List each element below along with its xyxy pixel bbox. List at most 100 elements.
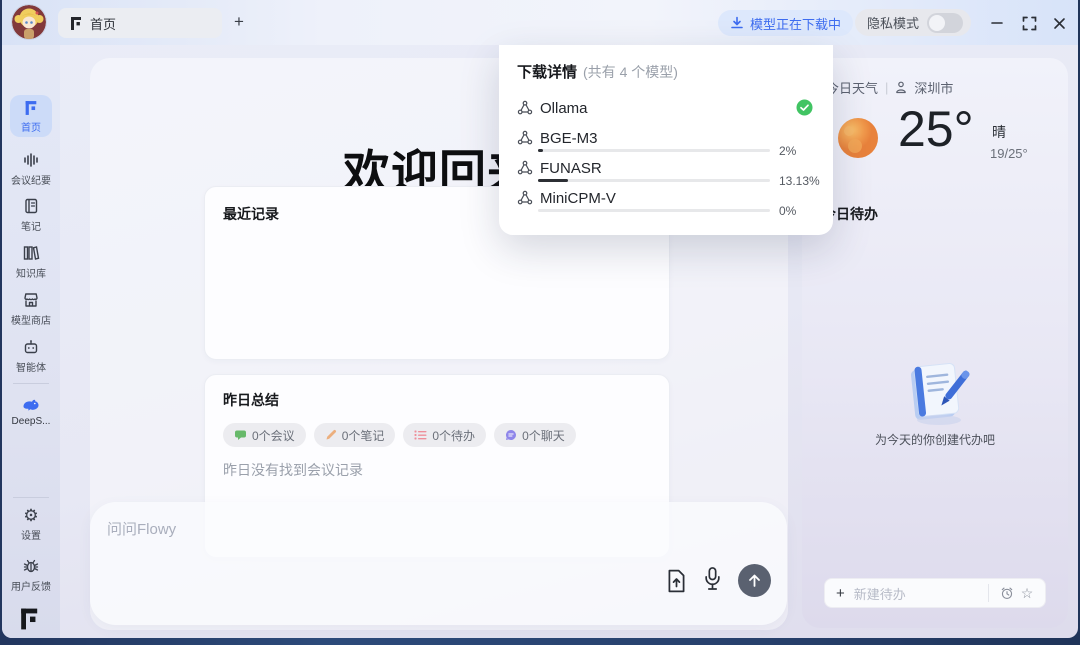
pencil-icon [325,429,337,441]
sun-icon [836,116,880,165]
tab-home[interactable]: 首页 [58,8,222,38]
todos-count-badge: 0个待办 [403,423,486,447]
desktop-backdrop: 首页 + 模型正在下载中 隐私模式 [0,0,1080,645]
model-name: Ollama [540,100,588,117]
microphone-button[interactable] [703,566,722,597]
todo-list-icon [414,429,427,441]
app-window: 首页 + 模型正在下载中 隐私模式 [2,0,1078,638]
plus-icon: + [836,585,845,602]
gear-icon: ⚙ [23,507,38,524]
new-todo-input[interactable]: + 新建待办 ☆ [824,578,1046,608]
badge-label: 0个待办 [432,427,475,444]
sidebar-item-knowledge[interactable]: 知识库 [2,244,60,280]
summary-badges: 0个会议 0个笔记 0个待办 [223,423,651,447]
download-icon [730,16,744,30]
chats-count-badge: 0个聊天 [494,423,576,447]
meetings-count-badge: 0个会议 [223,423,306,447]
maximize-button[interactable] [1018,12,1040,34]
model-row-bge-m3: BGE-M3 [517,125,598,151]
model-icon [517,190,533,206]
star-icon: ☆ [1021,585,1034,602]
maximize-icon [1022,16,1037,31]
sidebar-item-label: 笔记 [21,218,41,233]
header-divider: | [885,80,888,95]
sidebar-item-model-store[interactable]: 模型商店 [2,291,60,327]
progress-percent: 0% [779,204,796,218]
meeting-chat-icon [234,429,247,441]
sidebar-divider [13,497,49,498]
model-name: BGE-M3 [540,130,598,147]
sidebar-item-label: 智能体 [16,359,46,374]
temperature-range: 19/25° [990,146,1028,161]
privacy-mode-control: 隐私模式 [855,9,971,36]
sidebar: 首页 会议纪要 笔记 [2,45,60,638]
weather-section-title: 今日天气 [826,78,878,97]
badge-label: 0个聊天 [522,427,565,444]
minimize-icon [990,16,1004,30]
todo-empty-illustration [899,356,973,435]
flowy-brand-logo [19,607,41,636]
library-icon [22,244,40,262]
progress-fill [538,149,543,152]
sidebar-item-meetings[interactable]: 会议纪要 [2,151,60,187]
badge-label: 0个笔记 [342,427,385,444]
model-name: FUNASR [540,160,602,177]
sidebar-divider [13,383,49,384]
model-download-status-button[interactable]: 模型正在下载中 [718,10,853,36]
sidebar-item-deepseek[interactable]: DeepS... [2,397,60,427]
sidebar-item-agents[interactable]: 智能体 [2,338,60,374]
download-progress-bar [538,179,770,182]
microphone-icon [703,566,722,592]
alarm-clock-icon [1000,586,1014,600]
model-row-minicpm-v: MiniCPM-V [517,185,616,211]
popup-header: 下载详情 (共有 4 个模型) [517,61,678,82]
deepseek-whale-icon [22,397,41,413]
progress-percent: 13.13% [779,174,820,188]
waveform-icon [22,151,40,169]
chat-bubble-icon [505,429,517,441]
send-button[interactable] [738,564,771,597]
reminder-button[interactable] [997,586,1017,600]
location-person-icon [895,81,907,94]
weather-city[interactable]: 深圳市 [914,78,953,97]
ask-flowy-input-panel[interactable]: 问问Flowy [90,502,787,625]
sidebar-item-label: 知识库 [16,265,46,280]
toggle-knob [929,15,945,31]
new-tab-button[interactable]: + [228,11,250,33]
sidebar-item-home[interactable]: 首页 [2,100,60,134]
summary-empty-text: 昨日没有找到会议记录 [223,460,651,480]
model-name: MiniCPM-V [540,190,616,207]
tab-label: 首页 [90,14,116,33]
sidebar-item-feedback[interactable]: 用户反馈 [2,557,60,593]
weather-header: 今日天气 | 深圳市 [826,78,953,97]
upload-file-button[interactable] [666,569,687,598]
sidebar-item-label: 用户反馈 [11,578,51,593]
ask-input-placeholder: 问问Flowy [107,518,176,539]
input-divider [988,584,989,602]
check-circle-icon [796,99,813,116]
sidebar-item-settings[interactable]: ⚙ 设置 [2,507,60,542]
store-icon [22,291,40,309]
sidebar-item-label: 模型商店 [11,312,51,327]
star-button[interactable]: ☆ [1017,585,1037,602]
sidebar-item-notes[interactable]: 笔记 [2,197,60,233]
user-avatar[interactable] [12,5,46,39]
temperature-value: 25° [898,100,974,158]
model-icon [517,130,533,146]
yesterday-summary-title: 昨日总结 [223,390,651,410]
privacy-mode-toggle[interactable] [927,13,963,33]
download-progress-bar [538,149,770,152]
model-icon [517,160,533,176]
model-row-ollama: Ollama [517,95,588,121]
minimize-button[interactable] [986,12,1008,34]
send-arrow-icon [747,573,762,588]
bug-icon [22,557,40,575]
todo-empty-text: 为今天的你创建代办吧 [835,431,1035,448]
close-button[interactable] [1048,12,1070,34]
sidebar-item-label: 会议纪要 [11,172,51,187]
new-todo-placeholder: 新建待办 [854,584,980,603]
download-progress-bar [538,209,770,212]
model-icon [517,100,533,116]
notes-count-badge: 0个笔记 [314,423,396,447]
badge-label: 0个会议 [252,427,295,444]
